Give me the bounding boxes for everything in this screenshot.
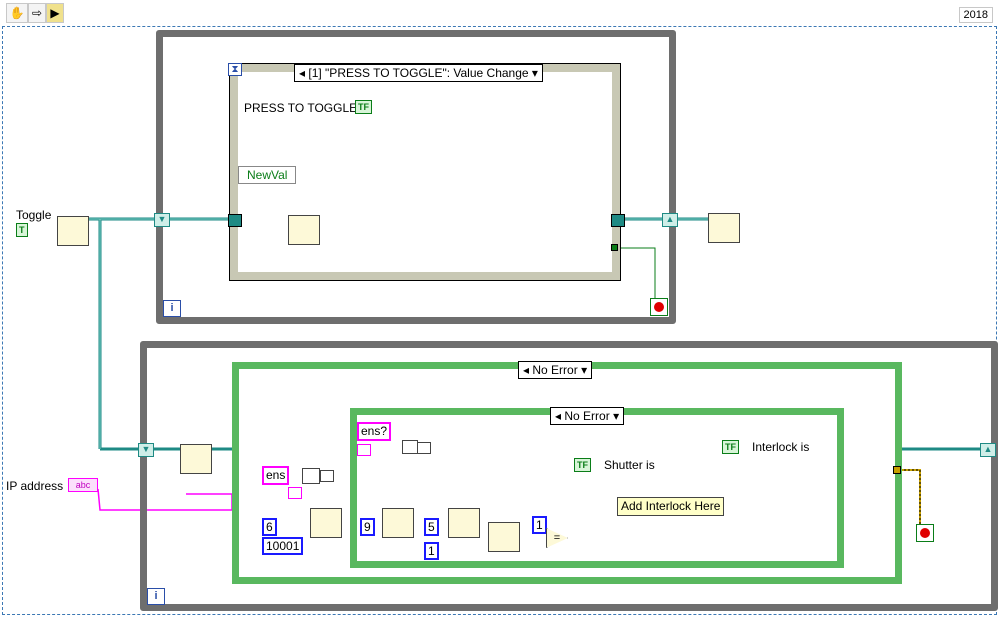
stop-bool-tunnel — [611, 244, 618, 251]
event-case-label: [1] "PRESS TO TOGGLE": Value Change — [308, 66, 529, 80]
numeric-constant-9[interactable]: 9 — [360, 518, 375, 536]
selector-prev-icon[interactable]: ◂ — [299, 66, 305, 80]
eol-constant-icon — [288, 487, 302, 499]
release-queue-icon[interactable] — [708, 213, 740, 243]
eol-constant-icon-inner — [357, 444, 371, 456]
selector-dropdown-icon[interactable]: ▾ — [613, 409, 619, 423]
tcp-write-icon[interactable] — [382, 508, 414, 538]
dequeue-element-icon[interactable] — [180, 444, 212, 474]
format-icon[interactable] — [320, 470, 334, 482]
selector-prev-icon[interactable]: ◂ — [523, 363, 529, 377]
toggle-terminal[interactable]: T — [16, 223, 28, 237]
ip-address-terminal[interactable]: abc — [68, 478, 98, 492]
numeric-constant-10001[interactable]: 10001 — [262, 537, 304, 555]
newval-label: NewVal — [247, 168, 288, 182]
string-subset-icon[interactable] — [448, 508, 480, 538]
loop-stop-terminal — [650, 298, 668, 316]
obtain-queue-icon[interactable] — [57, 216, 89, 246]
decimal-string-to-number-icon[interactable] — [488, 522, 520, 552]
string-constant-ens-query[interactable]: ens? — [357, 422, 392, 441]
selector-dropdown-icon[interactable]: ▾ — [581, 363, 587, 377]
shutter-label: Shutter is — [604, 458, 655, 472]
loop-stop-terminal-lower — [916, 524, 934, 542]
loop-iteration-terminal: i — [163, 300, 181, 317]
inner-case-selector[interactable]: ◂ No Error ▾ — [550, 407, 625, 425]
enqueue-element-icon[interactable] — [288, 215, 320, 245]
shift-register-left-lower: ▼ — [138, 443, 154, 457]
selector-prev-icon[interactable]: ◂ — [555, 409, 561, 423]
interlock-label: Interlock is — [752, 440, 810, 454]
concatenate-icon[interactable] — [302, 468, 320, 484]
outer-case-selector[interactable]: ◂ No Error ▾ — [518, 361, 593, 379]
loop-iteration-terminal-lower: i — [147, 588, 165, 605]
numeric-constant-1b[interactable]: 1 — [532, 516, 547, 534]
selector-dropdown-icon[interactable]: ▾ — [532, 66, 538, 80]
event-tunnel-right — [611, 214, 625, 227]
toggle-label: Toggle — [16, 208, 52, 222]
press-to-toggle-label: PRESS TO TOGGLE — [244, 101, 358, 115]
event-tunnel-left — [228, 214, 242, 227]
ip-address-label: IP address — [6, 479, 64, 493]
shift-register-left: ▼ — [154, 213, 170, 227]
numeric-constant-5[interactable]: 5 — [424, 518, 439, 536]
press-to-toggle-terminal[interactable]: TF — [355, 100, 372, 114]
error-tunnel — [893, 466, 901, 474]
string-constant-ens[interactable]: ens — [262, 466, 290, 485]
event-case-selector[interactable]: ◂ [1] "PRESS TO TOGGLE": Value Change ▾ — [294, 64, 543, 82]
inner-case-label: No Error — [564, 409, 610, 423]
shutter-indicator-terminal[interactable]: TF — [574, 458, 591, 472]
shift-register-right-lower: ▲ — [980, 443, 996, 457]
outer-case-label: No Error — [532, 363, 578, 377]
shift-register-right: ▲ — [662, 213, 678, 227]
interlock-indicator-terminal[interactable]: TF — [722, 440, 739, 454]
numeric-constant-1a[interactable]: 1 — [424, 542, 439, 560]
format-icon-inner[interactable] — [417, 442, 431, 454]
concatenate-icon-inner[interactable] — [402, 440, 418, 454]
timeout-icon: ⧗ — [228, 63, 242, 76]
numeric-constant-6[interactable]: 6 — [262, 518, 277, 536]
add-interlock-comment: Add Interlock Here — [617, 497, 725, 516]
tcp-open-icon[interactable] — [310, 508, 342, 538]
